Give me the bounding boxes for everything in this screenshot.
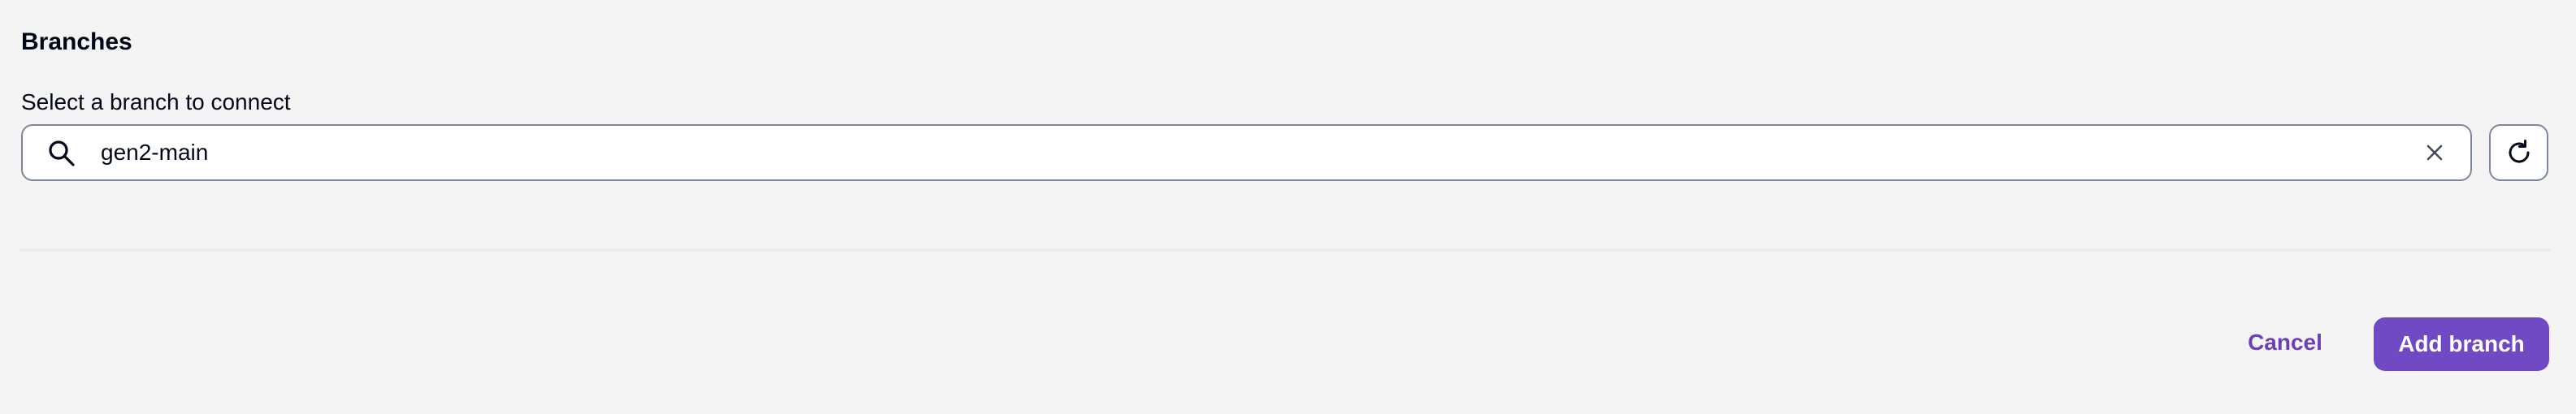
refresh-icon <box>2509 140 2530 163</box>
search-icon <box>49 140 75 166</box>
cancel-button[interactable]: Cancel <box>2227 321 2344 364</box>
branch-search-field[interactable] <box>21 124 2472 181</box>
section-divider <box>20 248 2550 252</box>
add-branch-panel: Branches Select a branch to connect Canc… <box>0 0 2576 414</box>
branch-search-input[interactable] <box>101 126 2376 179</box>
branch-select-label: Select a branch to connect <box>21 89 291 114</box>
refresh-button[interactable] <box>2489 124 2548 181</box>
add-branch-button[interactable]: Add branch <box>2374 317 2549 371</box>
close-icon[interactable] <box>2423 141 2446 164</box>
section-title: Branches <box>21 28 132 55</box>
